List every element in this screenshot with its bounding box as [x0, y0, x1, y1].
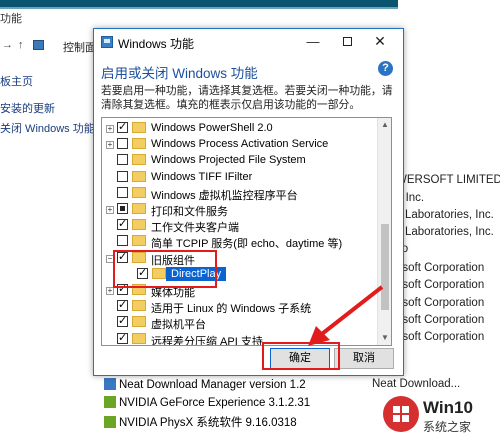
- watermark-subtitle: 系统之家: [423, 420, 472, 434]
- win10-logo-icon: [383, 396, 419, 432]
- windows-flag-icon: [393, 406, 409, 422]
- watermark-title: Win10: [423, 398, 473, 417]
- annotation-arrow-shaft: [316, 285, 384, 339]
- watermark: Win10 系统之家: [383, 392, 500, 440]
- ok-highlight-box: [262, 342, 340, 370]
- annotation-arrow-layer: [308, 285, 384, 346]
